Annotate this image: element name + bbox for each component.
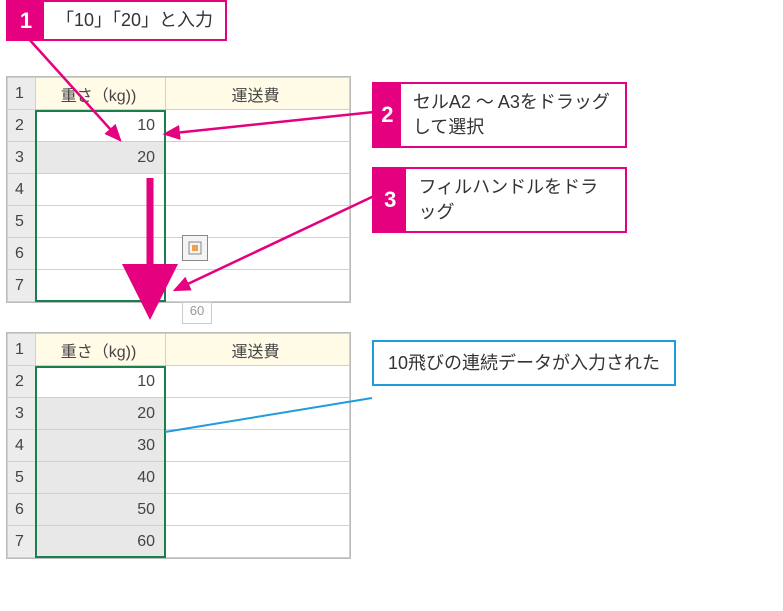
- grid-after: 1 重さ（kg)) 運送費 2 10 3 20 4 30 5 40 6 50: [7, 333, 350, 558]
- step-3-text: フィルハンドルをドラッグ: [406, 169, 625, 231]
- grid-before: 1 重さ（kg)) 運送費 2 10 3 20 4 5 6: [7, 77, 350, 302]
- step-1-text: 「10」「20」と入力: [44, 2, 225, 39]
- cell-b5[interactable]: [166, 206, 350, 238]
- row-header: 6: [8, 238, 36, 270]
- row-header: 2: [8, 110, 36, 142]
- cell-a7[interactable]: 60: [36, 526, 166, 558]
- cell-a6[interactable]: [36, 238, 166, 270]
- col-header-a: 重さ（kg)): [36, 334, 166, 366]
- cell-a4[interactable]: [36, 174, 166, 206]
- row-header: 5: [8, 206, 36, 238]
- cell-b7[interactable]: [166, 270, 350, 302]
- cell-b3[interactable]: [166, 398, 350, 430]
- step-3-number: 3: [374, 169, 406, 231]
- cell-a7[interactable]: [36, 270, 166, 302]
- step-1-number: 1: [8, 2, 44, 39]
- cell-b2[interactable]: [166, 110, 350, 142]
- row-header: 7: [8, 270, 36, 302]
- cell-a2[interactable]: 10: [36, 110, 166, 142]
- cell-a5[interactable]: [36, 206, 166, 238]
- cell-b3[interactable]: [166, 142, 350, 174]
- cell-a3[interactable]: 20: [36, 398, 166, 430]
- row-header: 1: [8, 334, 36, 366]
- cell-b5[interactable]: [166, 462, 350, 494]
- row-header: 1: [8, 78, 36, 110]
- col-header-b: 運送費: [166, 78, 350, 110]
- step-3-callout: 3 フィルハンドルをドラッグ: [372, 167, 627, 233]
- step-2-callout: 2 セルA2 ～ A3をドラッグして選択: [372, 82, 627, 148]
- row-header: 4: [8, 174, 36, 206]
- cell-a5[interactable]: 40: [36, 462, 166, 494]
- cell-b2[interactable]: [166, 366, 350, 398]
- col-header-b: 運送費: [166, 334, 350, 366]
- row-header: 3: [8, 142, 36, 174]
- cell-b4[interactable]: [166, 174, 350, 206]
- step-2-number: 2: [374, 84, 401, 146]
- row-header: 3: [8, 398, 36, 430]
- cell-b4[interactable]: [166, 430, 350, 462]
- step-2-text: セルA2 ～ A3をドラッグして選択: [401, 84, 625, 146]
- spreadsheet-after: 1 重さ（kg)) 運送費 2 10 3 20 4 30 5 40 6 50: [6, 332, 351, 559]
- cell-b6[interactable]: [166, 494, 350, 526]
- cell-a2[interactable]: 10: [36, 366, 166, 398]
- cell-b7[interactable]: [166, 526, 350, 558]
- drag-preview-value: 60: [182, 302, 212, 324]
- autofill-icon: [188, 241, 202, 255]
- row-header: 6: [8, 494, 36, 526]
- result-callout: 10飛びの連続データが入力された: [372, 340, 676, 386]
- row-header: 5: [8, 462, 36, 494]
- spreadsheet-before: 1 重さ（kg)) 運送費 2 10 3 20 4 5 6: [6, 76, 351, 303]
- row-header: 4: [8, 430, 36, 462]
- cell-a4[interactable]: 30: [36, 430, 166, 462]
- col-header-a: 重さ（kg)): [36, 78, 166, 110]
- cell-a6[interactable]: 50: [36, 494, 166, 526]
- row-header: 7: [8, 526, 36, 558]
- row-header: 2: [8, 366, 36, 398]
- cell-a3[interactable]: 20: [36, 142, 166, 174]
- step-1-callout: 1 「10」「20」と入力: [6, 0, 227, 41]
- autofill-options-icon[interactable]: [182, 235, 208, 261]
